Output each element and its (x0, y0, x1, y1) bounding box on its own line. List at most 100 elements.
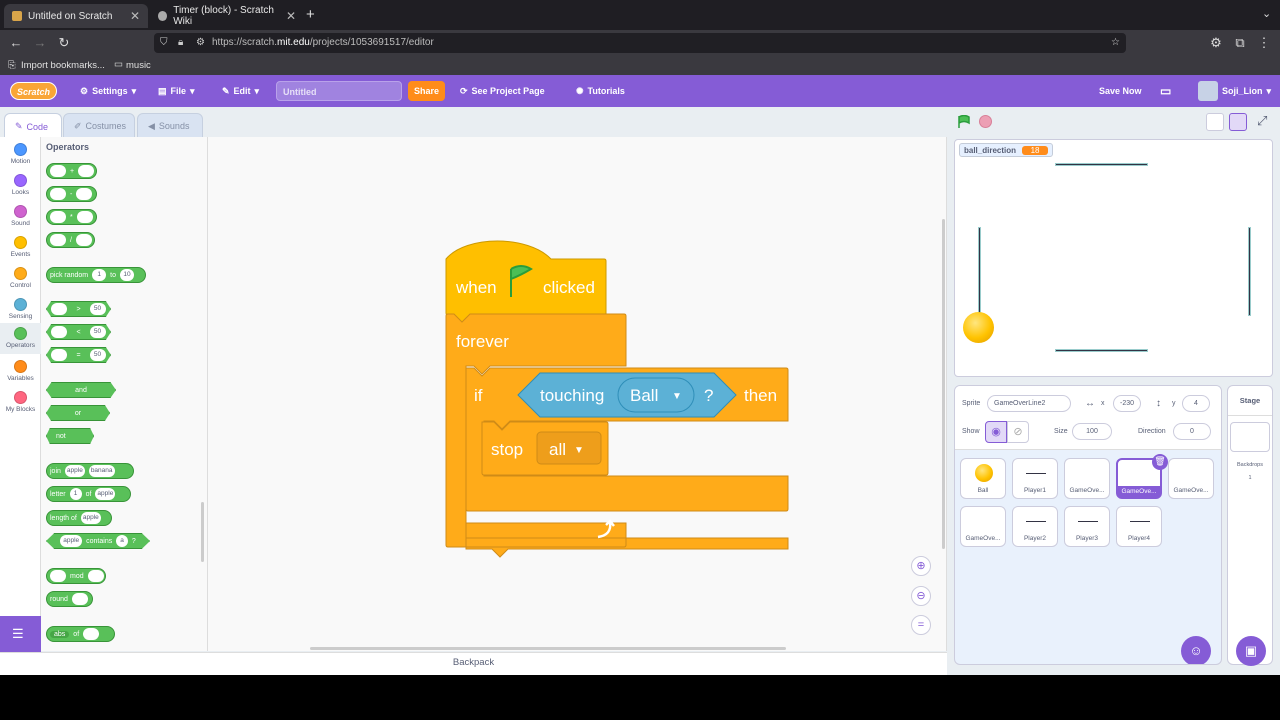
show-hidden-eye-icon[interactable]: ⊘ (1007, 421, 1029, 443)
sprite-tile-gameoverline1[interactable]: GameOve... (1064, 458, 1110, 499)
large-stage-button[interactable] (1229, 113, 1247, 131)
my-stuff-folder-icon[interactable]: ▭ (1160, 75, 1171, 107)
touch-target-value[interactable]: Ball (630, 386, 658, 406)
edit-menu[interactable]: ✎ Edit ▾ (222, 75, 259, 107)
sprite-tile-ball[interactable]: Ball (960, 458, 1006, 499)
sprite-tile-player3[interactable]: Player3 (1064, 506, 1110, 547)
add-backdrop-icon[interactable]: ▣ (1236, 636, 1266, 666)
sprite-name-input[interactable]: GameOverLine2 (987, 395, 1071, 412)
y-position-input[interactable]: 4 (1182, 395, 1210, 412)
block-or[interactable]: or (46, 405, 110, 421)
bookmark-import[interactable]: Import bookmarks... (21, 60, 105, 71)
zoom-out-icon[interactable]: ⊖ (911, 586, 931, 606)
stop-option-dropdown-shape[interactable] (536, 431, 602, 465)
block-and[interactable]: and (46, 382, 116, 398)
palette-scrollbar[interactable] (201, 502, 204, 562)
close-tab-icon[interactable]: ✕ (286, 9, 296, 23)
account-menu[interactable]: Soji_Lion ▾ (1198, 75, 1271, 107)
stage[interactable]: ball_direction 18 (954, 139, 1273, 377)
settings-menu[interactable]: ⚙ Settings ▾ (80, 75, 136, 107)
block-abs-of[interactable]: abs of (46, 626, 115, 642)
block-round[interactable]: round (46, 591, 93, 607)
category-looks[interactable]: Looks (0, 170, 41, 201)
zoom-reset-icon[interactable]: = (911, 615, 931, 635)
delete-sprite-icon[interactable]: 🗑︎ (1152, 454, 1168, 470)
canvas-vertical-scrollbar[interactable] (942, 219, 945, 549)
show-visible-eye-icon[interactable]: ◉ (985, 421, 1007, 443)
x-position-input[interactable]: -230 (1113, 395, 1141, 412)
category-control[interactable]: Control (0, 263, 41, 294)
direction-input[interactable]: 0 (1173, 423, 1211, 440)
green-flag-button[interactable] (957, 115, 971, 129)
sprite-tile-player4[interactable]: Player4 (1116, 506, 1162, 547)
zoom-in-icon[interactable]: ⊕ (911, 556, 931, 576)
back-icon[interactable]: ← (8, 36, 24, 50)
settings-gear-icon[interactable]: ⚙ (1208, 36, 1224, 50)
forward-icon[interactable]: → (32, 36, 48, 50)
bookmark-star-icon[interactable]: ☆ (1111, 33, 1120, 53)
block-add[interactable]: + (46, 163, 97, 179)
url-bar[interactable]: ⛉ 🔒︎ ⚙ https://scratch.mit.edu/projects/… (154, 33, 1126, 53)
block-multiply[interactable]: * (46, 209, 97, 225)
variable-monitor[interactable]: ball_direction 18 (959, 143, 1054, 157)
close-tab-icon[interactable]: ✕ (130, 9, 140, 23)
block-not[interactable]: not (46, 428, 94, 444)
save-now-button[interactable]: Save Now (1099, 75, 1142, 107)
sprite-tile-player2[interactable]: Player2 (1012, 506, 1058, 547)
stop-sign-button[interactable] (979, 115, 992, 128)
stop-option-value[interactable]: all (549, 440, 566, 460)
category-operators[interactable]: Operators (0, 323, 41, 354)
extensions-icon[interactable]: ⧉ (1232, 36, 1248, 50)
block-pick-random[interactable]: pick random 1 to 10 (46, 267, 146, 283)
backpack[interactable]: Backpack (0, 652, 947, 675)
block-join[interactable]: join apple banana (46, 463, 134, 479)
project-page-icon: ⟳ (460, 85, 468, 96)
script-canvas[interactable]: ▼ ▼ when clicked forever if touching Bal… (208, 137, 947, 651)
permissions-icon[interactable]: ⚙ (196, 33, 205, 53)
category-sensing[interactable]: Sensing (0, 294, 41, 325)
canvas-horizontal-scrollbar[interactable] (310, 647, 786, 650)
lock-icon[interactable]: 🔒︎ (178, 33, 183, 53)
tab-costumes[interactable]: ✐ Costumes (63, 113, 135, 139)
block-less-than[interactable]: <50 (46, 324, 111, 340)
project-title-input[interactable]: Untitled (276, 81, 402, 101)
browser-tab-wiki[interactable]: Timer (block) - Scratch Wiki ✕ (150, 4, 304, 28)
small-stage-button[interactable] (1206, 113, 1224, 131)
bookmark-music[interactable]: music (126, 60, 151, 71)
browser-tab-scratch[interactable]: Untitled on Scratch ✕ (4, 4, 148, 28)
browser-menu-icon[interactable]: ⋮ (1256, 36, 1272, 50)
shield-icon[interactable]: ⛉ (160, 33, 168, 53)
block-greater-than[interactable]: >50 (46, 301, 111, 317)
block-length-of[interactable]: length of apple (46, 510, 112, 526)
tab-sounds[interactable]: ◀ Sounds (137, 113, 203, 139)
block-mod[interactable]: mod (46, 568, 106, 584)
new-tab-button[interactable]: + (306, 6, 315, 23)
sprite-tile-player1[interactable]: Player1 (1012, 458, 1058, 499)
category-variables[interactable]: Variables (0, 356, 41, 387)
block-letter-of[interactable]: letter 1 of apple (46, 486, 131, 502)
tab-code[interactable]: ✎ Code (4, 113, 62, 139)
category-motion[interactable]: Motion (0, 139, 41, 170)
tutorials-button[interactable]: ✺ Tutorials (576, 75, 625, 107)
tab-list-chevron-icon[interactable]: ⌄ (1262, 7, 1271, 20)
scratch-logo[interactable]: Scratch (10, 82, 57, 100)
see-project-page-button[interactable]: ⟳ See Project Page (460, 75, 545, 107)
share-button[interactable]: Share (408, 81, 445, 101)
category-my-blocks[interactable]: My Blocks (0, 387, 41, 418)
sprite-tile-gameoverline3[interactable]: GameOve... (1168, 458, 1214, 499)
fullscreen-icon[interactable]: ⤢ (1257, 113, 1267, 129)
file-menu[interactable]: ▤ File ▾ (158, 75, 195, 107)
block-contains[interactable]: apple contains a ? (46, 533, 150, 549)
block-divide[interactable]: / (46, 232, 95, 248)
add-extension-button[interactable]: ☰ (0, 616, 41, 652)
block-equals[interactable]: = 50 (46, 347, 111, 363)
add-sprite-cat-icon[interactable]: ☺ (1181, 636, 1211, 664)
backdrop-thumbnail[interactable] (1230, 422, 1270, 452)
category-events[interactable]: Events (0, 232, 41, 263)
block-subtract[interactable]: - (46, 186, 97, 202)
reload-icon[interactable]: ↻ (56, 36, 72, 50)
sprite-tile-gameoverline4[interactable]: GameOve... (960, 506, 1006, 547)
stage-target-panel[interactable]: Stage Backdrops 1 ▣ (1227, 385, 1273, 666)
category-sound[interactable]: Sound (0, 201, 41, 232)
size-input[interactable]: 100 (1072, 423, 1112, 440)
